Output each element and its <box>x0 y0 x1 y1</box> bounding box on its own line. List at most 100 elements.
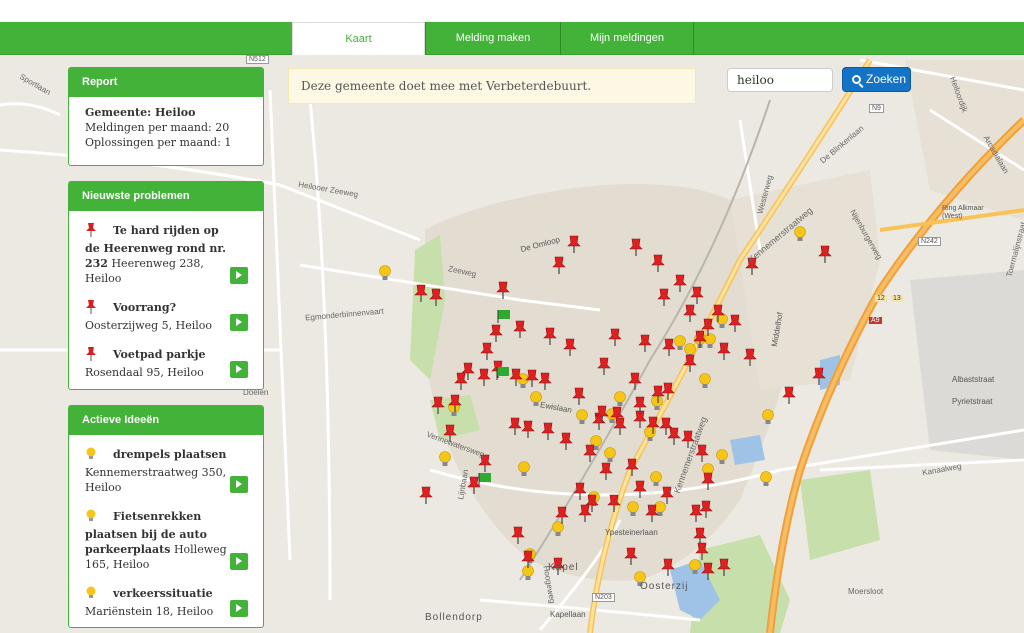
map-pin-marker[interactable] <box>683 354 697 372</box>
map-lightbulb-marker[interactable] <box>794 226 806 242</box>
problem-item[interactable]: Te hard rijden op de Heerenweg rond nr. … <box>85 223 248 286</box>
map-pin-marker[interactable] <box>480 342 494 360</box>
search-button[interactable]: Zoeken <box>842 67 911 92</box>
map-pin-marker[interactable] <box>607 494 621 512</box>
map-pin-marker[interactable] <box>812 367 826 385</box>
map-flag-marker[interactable] <box>497 310 510 323</box>
map-lightbulb-marker[interactable] <box>674 335 686 351</box>
map-lightbulb-marker[interactable] <box>614 391 626 407</box>
map-pin-marker[interactable] <box>573 482 587 500</box>
map-pin-marker[interactable] <box>701 472 715 490</box>
map-pin-marker[interactable] <box>608 328 622 346</box>
map-pin-marker[interactable] <box>638 334 652 352</box>
map-pin-marker[interactable] <box>782 386 796 404</box>
idea-item[interactable]: drempels plaatsen Kennemerstraatweg 350,… <box>85 447 248 495</box>
map-pin-marker[interactable] <box>628 372 642 390</box>
map-pin-marker[interactable] <box>543 327 557 345</box>
map-pin-marker[interactable] <box>477 368 491 386</box>
map-lightbulb-marker[interactable] <box>439 451 451 467</box>
arrow-right-icon[interactable] <box>230 314 248 331</box>
report-gemeente: Gemeente: Heiloo <box>85 106 196 119</box>
map-pin-marker[interactable] <box>599 462 613 480</box>
arrow-right-icon[interactable] <box>230 476 248 493</box>
map-pin-marker[interactable] <box>538 372 552 390</box>
map-pin-marker[interactable] <box>693 330 707 348</box>
arrow-right-icon[interactable] <box>230 553 248 570</box>
map-pin-marker[interactable] <box>489 324 503 342</box>
map-lightbulb-marker[interactable] <box>379 265 391 281</box>
map-pin-marker[interactable] <box>717 342 731 360</box>
map-pin-marker[interactable] <box>513 320 527 338</box>
map-pin-marker[interactable] <box>689 504 703 522</box>
map-pin-marker[interactable] <box>414 284 428 302</box>
arrow-right-icon[interactable] <box>230 267 248 284</box>
map-pin-marker[interactable] <box>659 417 673 435</box>
map-lightbulb-marker[interactable] <box>518 461 530 477</box>
map-lightbulb-marker[interactable] <box>762 409 774 425</box>
map-pin-marker[interactable] <box>661 382 675 400</box>
map-pin-marker[interactable] <box>496 281 510 299</box>
map-pin-marker[interactable] <box>629 238 643 256</box>
map-pin-marker[interactable] <box>633 480 647 498</box>
map-pin-marker[interactable] <box>511 526 525 544</box>
problem-item[interactable]: Voorrang? Oosterzijweg 5, Heiloo <box>85 300 248 333</box>
map-lightbulb-marker[interactable] <box>699 373 711 389</box>
idea-item[interactable]: Fietsenrekken plaatsen bij de auto parke… <box>85 509 248 572</box>
map-pin-marker[interactable] <box>690 286 704 304</box>
map-pin-marker[interactable] <box>701 562 715 580</box>
map-pin-marker[interactable] <box>525 369 539 387</box>
map-pin-marker[interactable] <box>559 432 573 450</box>
map-pin-marker[interactable] <box>717 558 731 576</box>
tab-melding-maken[interactable]: Melding maken <box>425 22 560 55</box>
map-pin-marker[interactable] <box>695 542 709 560</box>
arrow-right-icon[interactable] <box>230 361 248 378</box>
map-pin-marker[interactable] <box>578 504 592 522</box>
map-pin-marker[interactable] <box>657 288 671 306</box>
map-pin-marker[interactable] <box>624 547 638 565</box>
map-pin-marker[interactable] <box>651 254 665 272</box>
search-input[interactable] <box>727 68 833 92</box>
map-lightbulb-marker[interactable] <box>644 426 656 442</box>
map-pin-marker[interactable] <box>567 235 581 253</box>
map-pin-marker[interactable] <box>552 256 566 274</box>
map-lightbulb-marker[interactable] <box>689 559 701 575</box>
problem-title: Voetpad parkje <box>113 348 206 361</box>
map-pin-marker[interactable] <box>467 476 481 494</box>
map-pin-marker[interactable] <box>431 396 445 414</box>
map-pin-marker[interactable] <box>673 274 687 292</box>
map-pin-marker[interactable] <box>541 422 555 440</box>
map-lightbulb-marker[interactable] <box>627 501 639 517</box>
map-lightbulb-marker[interactable] <box>604 447 616 463</box>
map-pin-marker[interactable] <box>625 458 639 476</box>
map-pin-marker[interactable] <box>728 314 742 332</box>
arrow-right-icon[interactable] <box>230 600 248 617</box>
map-pin-marker[interactable] <box>613 417 627 435</box>
map-pin-marker[interactable] <box>572 387 586 405</box>
map-pin-marker[interactable] <box>699 500 713 518</box>
tab-mijn-meldingen[interactable]: Mijn meldingen <box>560 22 693 55</box>
map-pin-marker[interactable] <box>667 427 681 445</box>
map-pin-marker[interactable] <box>661 558 675 576</box>
map-pin-marker[interactable] <box>662 338 676 356</box>
map-lightbulb-marker[interactable] <box>760 471 772 487</box>
map-pin-marker[interactable] <box>454 372 468 390</box>
map-pin-marker[interactable] <box>419 486 433 504</box>
map-lightbulb-marker[interactable] <box>651 395 663 411</box>
map-flag-marker[interactable] <box>478 473 491 486</box>
tab-kaart[interactable]: Kaart <box>292 22 425 56</box>
problem-item[interactable]: Voetpad parkje Rosendaal 95, Heiloo <box>85 347 248 380</box>
map-pin-marker[interactable] <box>429 288 443 306</box>
map-lightbulb-marker[interactable] <box>576 409 588 425</box>
idea-item[interactable]: verkeerssituatie Mariënstein 18, Heiloo <box>85 586 248 619</box>
map-pin-marker[interactable] <box>563 338 577 356</box>
map-pin-marker[interactable] <box>508 417 522 435</box>
map-pin-marker[interactable] <box>597 357 611 375</box>
map-pin-marker[interactable] <box>683 304 697 322</box>
map-pin-marker[interactable] <box>818 245 832 263</box>
map-pin-marker[interactable] <box>743 348 757 366</box>
map-pin-marker[interactable] <box>521 420 535 438</box>
map-pin-marker[interactable] <box>693 527 707 545</box>
map-lightbulb-marker[interactable] <box>650 471 662 487</box>
map-flag-marker[interactable] <box>496 367 509 380</box>
map-lightbulb-marker[interactable] <box>716 449 728 465</box>
